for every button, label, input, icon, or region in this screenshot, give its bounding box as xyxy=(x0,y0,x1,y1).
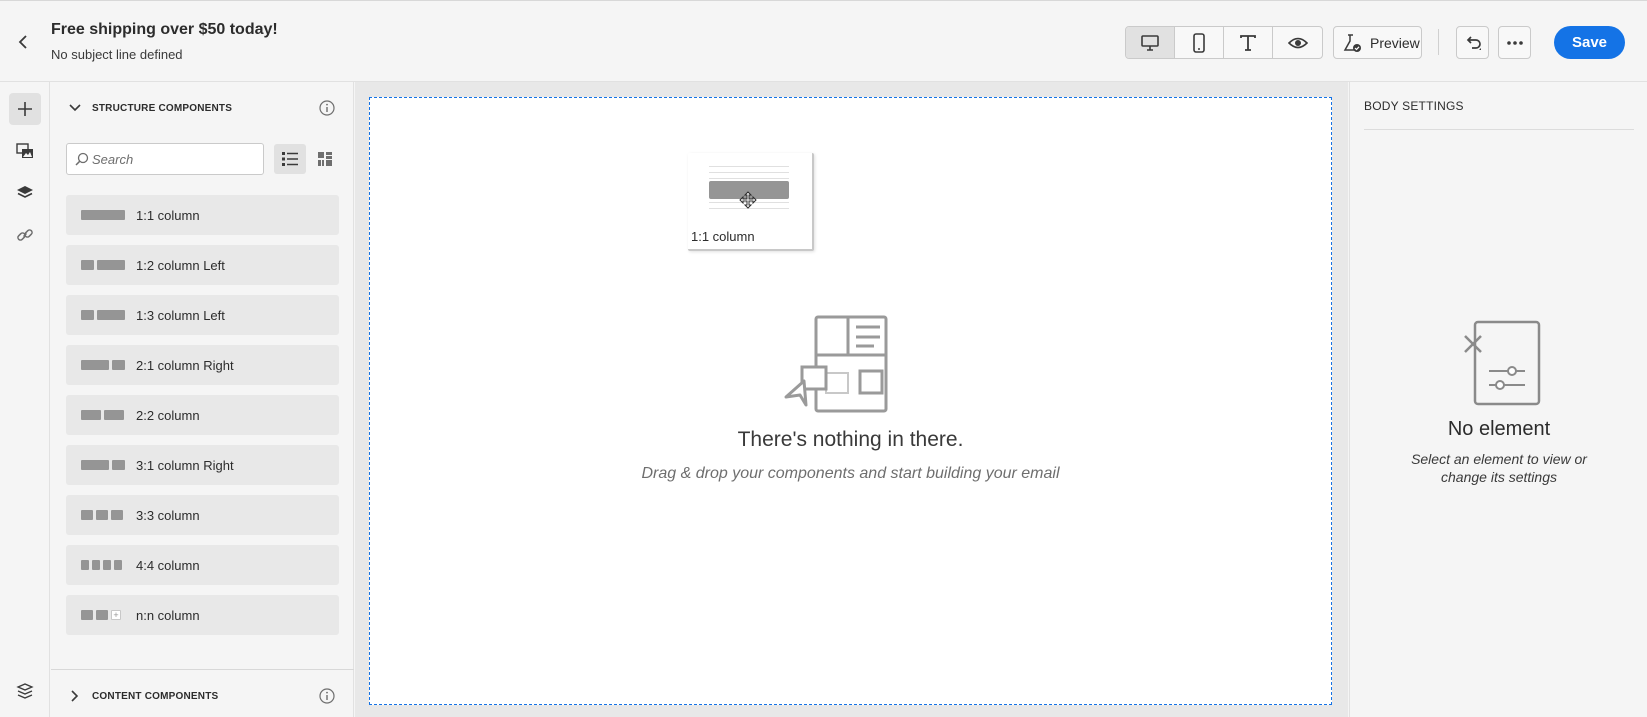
component-label: n:n column xyxy=(136,607,200,623)
component-label: 1:1 column xyxy=(136,207,200,223)
links-button[interactable] xyxy=(9,219,41,251)
dragged-component-preview[interactable]: 1:1 column xyxy=(688,153,814,251)
preview-button[interactable]: Preview xyxy=(1333,26,1422,59)
mobile-icon xyxy=(1193,32,1205,53)
component-3-1-column-right[interactable]: 3:1 column Right xyxy=(66,445,339,485)
more-actions-button[interactable] xyxy=(1498,26,1531,59)
section-title: STRUCTURE COMPONENTS xyxy=(92,102,233,114)
assets-icon xyxy=(16,143,33,158)
structure-component-list: 1:1 column 1:2 column Left 1:3 column Le… xyxy=(66,195,339,645)
component-3-3-column[interactable]: 3:3 column xyxy=(66,495,339,535)
move-cursor-icon xyxy=(739,191,757,209)
chevron-right-icon xyxy=(71,690,79,702)
subject-line-status: No subject line defined xyxy=(51,47,183,62)
component-1-2-column-left[interactable]: 1:2 column Left xyxy=(66,245,339,285)
save-button[interactable]: Save xyxy=(1554,26,1625,59)
settings-divider xyxy=(1364,129,1634,130)
text-view-button[interactable] xyxy=(1224,27,1273,58)
desktop-icon xyxy=(1141,34,1159,51)
component-1-1-column[interactable]: 1:1 column xyxy=(66,195,339,235)
section-title: CONTENT COMPONENTS xyxy=(92,690,219,702)
beaker-check-icon xyxy=(1343,33,1361,52)
layers-button[interactable] xyxy=(9,177,41,209)
column-thumbnail xyxy=(81,560,122,570)
undo-icon xyxy=(1466,35,1481,50)
info-icon[interactable] xyxy=(319,100,335,116)
back-button[interactable] xyxy=(12,29,34,55)
mobile-view-button[interactable] xyxy=(1175,27,1224,58)
undo-button[interactable] xyxy=(1456,26,1489,59)
component-label: 3:1 column Right xyxy=(136,457,234,473)
component-4-4-column[interactable]: 4:4 column xyxy=(66,545,339,585)
top-bar: Free shipping over $50 today! No subject… xyxy=(0,0,1647,82)
grid-view-toggle[interactable] xyxy=(310,144,340,174)
empty-canvas-title: There's nothing in there. xyxy=(737,428,964,451)
no-element-subtitle: Select an element to view or change its … xyxy=(1411,451,1587,485)
component-label: 3:3 column xyxy=(136,507,200,523)
list-view-toggle[interactable] xyxy=(274,144,306,174)
column-thumbnail xyxy=(81,210,125,220)
column-thumbnail xyxy=(81,310,125,320)
component-label: 1:2 column Left xyxy=(136,257,225,273)
more-icon xyxy=(1506,40,1523,45)
left-rail xyxy=(0,82,50,717)
component-label: 1:3 column Left xyxy=(136,307,225,323)
column-thumbnail xyxy=(81,510,123,520)
settings-panel: BODY SETTINGS No element Select an eleme… xyxy=(1349,82,1647,717)
dragged-component-label: 1:1 column xyxy=(691,229,755,244)
panel-divider xyxy=(51,669,354,670)
settings-title: BODY SETTINGS xyxy=(1364,99,1464,113)
component-2-2-column[interactable]: 2:2 column xyxy=(66,395,339,435)
eye-icon xyxy=(1287,37,1308,48)
toolbar-divider xyxy=(1438,29,1439,55)
plus-icon xyxy=(18,102,32,116)
component-label: 4:4 column xyxy=(136,557,200,573)
component-search[interactable] xyxy=(66,143,264,175)
component-1-3-column-left[interactable]: 1:3 column Left xyxy=(66,295,339,335)
layers-stack-icon xyxy=(16,683,34,699)
structure-components-header[interactable]: STRUCTURE COMPONENTS xyxy=(51,88,354,128)
text-icon xyxy=(1240,34,1256,51)
no-element-title: No element xyxy=(1447,418,1551,440)
layers-navigator-button[interactable] xyxy=(9,675,41,707)
chevron-down-icon xyxy=(69,104,81,112)
info-icon[interactable] xyxy=(319,688,335,704)
column-thumbnail xyxy=(81,260,125,270)
column-thumbnail: + xyxy=(81,610,121,620)
component-n-n-column[interactable]: + n:n column xyxy=(66,595,339,635)
content-components-header[interactable]: CONTENT COMPONENTS xyxy=(51,676,354,716)
column-thumbnail xyxy=(81,360,125,370)
assets-button[interactable] xyxy=(9,135,41,167)
column-thumbnail xyxy=(81,460,125,470)
empty-layout-illustration-icon xyxy=(784,315,888,413)
link-icon xyxy=(17,229,33,241)
component-label: 2:2 column xyxy=(136,407,200,423)
chevron-left-icon xyxy=(18,35,27,49)
search-input[interactable] xyxy=(92,151,252,167)
view-mode-group xyxy=(1125,26,1323,59)
components-panel: STRUCTURE COMPONENTS 1:1 column 1:2 colu… xyxy=(51,82,354,717)
add-components-button[interactable] xyxy=(9,93,41,125)
preview-label: Preview xyxy=(1370,34,1420,51)
layers-icon xyxy=(17,186,33,198)
empty-canvas-subtitle: Drag & drop your components and start bu… xyxy=(641,465,1060,482)
column-thumbnail xyxy=(81,410,124,420)
grid-icon xyxy=(318,152,332,166)
eye-view-button[interactable] xyxy=(1273,27,1322,58)
search-icon xyxy=(75,152,89,166)
component-label: 2:1 column Right xyxy=(136,357,234,373)
component-2-1-column-right[interactable]: 2:1 column Right xyxy=(66,345,339,385)
list-icon xyxy=(282,152,298,166)
email-title: Free shipping over $50 today! xyxy=(51,21,278,38)
desktop-view-button[interactable] xyxy=(1126,27,1175,58)
no-element-settings-icon xyxy=(1464,320,1541,406)
